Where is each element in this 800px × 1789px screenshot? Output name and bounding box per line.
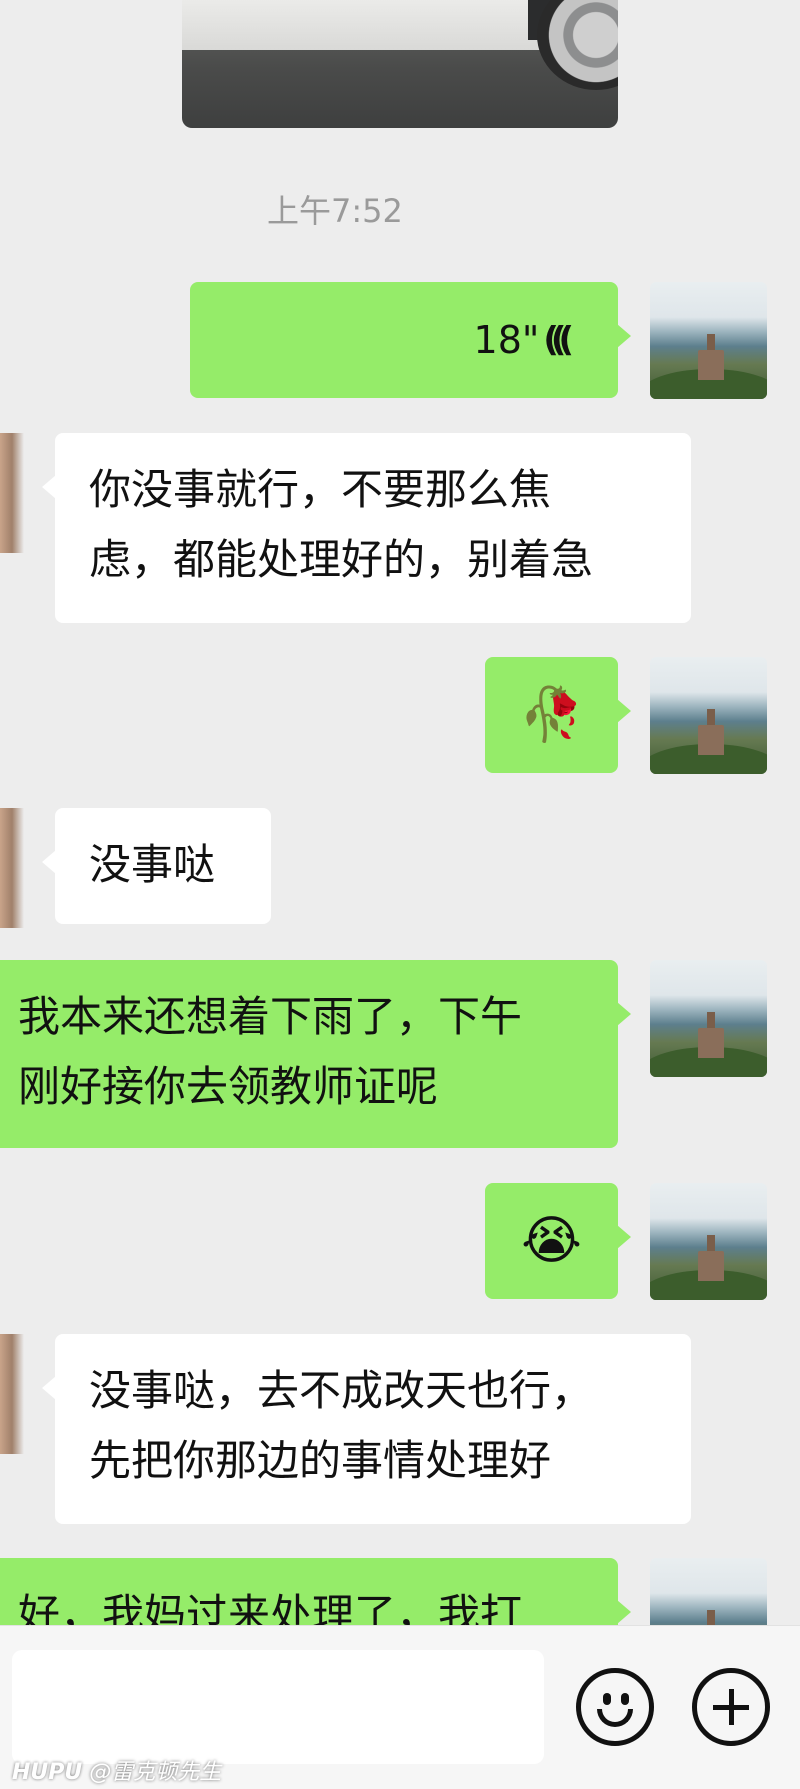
message-text: 好，我妈过来处理了，我打 (18, 1590, 523, 1625)
watermark: HUPU @雷克顿先生 (12, 1754, 221, 1786)
message-text: 我本来还想着下雨了，下午 (18, 992, 523, 1041)
message-text: 刚好接你去领教师证呢 (18, 1062, 439, 1111)
car-wheel (537, 0, 618, 90)
watermark-brand: HUPU (12, 1760, 83, 1785)
my-avatar[interactable] (650, 1183, 767, 1300)
my-avatar[interactable] (650, 282, 767, 399)
my-avatar[interactable] (650, 960, 767, 1077)
watermark-handle: @雷克顿先生 (89, 1760, 222, 1785)
message-text: 你没事就行，不要那么焦 (89, 465, 552, 514)
message-text: 没事哒 (89, 840, 216, 889)
contact-avatar[interactable] (0, 433, 24, 553)
message-bubble-sent[interactable]: 我本来还想着下雨了，下午 刚好接你去领教师证呢 (0, 960, 631, 1148)
message-text: 先把你那边的事情处理好 (89, 1436, 552, 1485)
plus-icon[interactable] (692, 1668, 770, 1746)
wilted-rose-emoji: 🥀 (519, 685, 584, 745)
voice-waves-icon: ((( (543, 320, 573, 360)
message-timestamp: 上午7:52 (267, 192, 403, 230)
message-bubble-received[interactable]: 没事哒 (42, 808, 271, 924)
smiley-icon[interactable] (576, 1668, 654, 1746)
voice-duration: 18" (473, 318, 540, 362)
emoji-message[interactable]: 🥀 (485, 657, 631, 773)
message-text: 没事哒，去不成改天也行， (89, 1366, 594, 1415)
crying-face-emoji: 😭 (521, 1211, 582, 1271)
my-avatar[interactable] (650, 1558, 767, 1625)
voice-message[interactable]: 18" ((( (190, 282, 631, 398)
contact-avatar[interactable] (0, 808, 24, 928)
chat-area[interactable]: 上午7:52 18" ((( 你没事就行，不要那么焦 虑，都能处理好的，别着急 … (0, 0, 800, 1625)
my-avatar[interactable] (650, 657, 767, 774)
message-bubble-sent[interactable]: 好，我妈过来处理了，我打 (0, 1558, 631, 1625)
message-bubble-received[interactable]: 你没事就行，不要那么焦 虑，都能处理好的，别着急 (42, 433, 691, 623)
contact-avatar[interactable] (0, 1334, 24, 1454)
emoji-message[interactable]: 😭 (485, 1183, 631, 1299)
message-text: 虑，都能处理好的，别着急 (89, 535, 594, 584)
message-input[interactable] (12, 1650, 544, 1764)
image-message[interactable] (182, 0, 618, 128)
message-bubble-received[interactable]: 没事哒，去不成改天也行， 先把你那边的事情处理好 (42, 1334, 691, 1524)
